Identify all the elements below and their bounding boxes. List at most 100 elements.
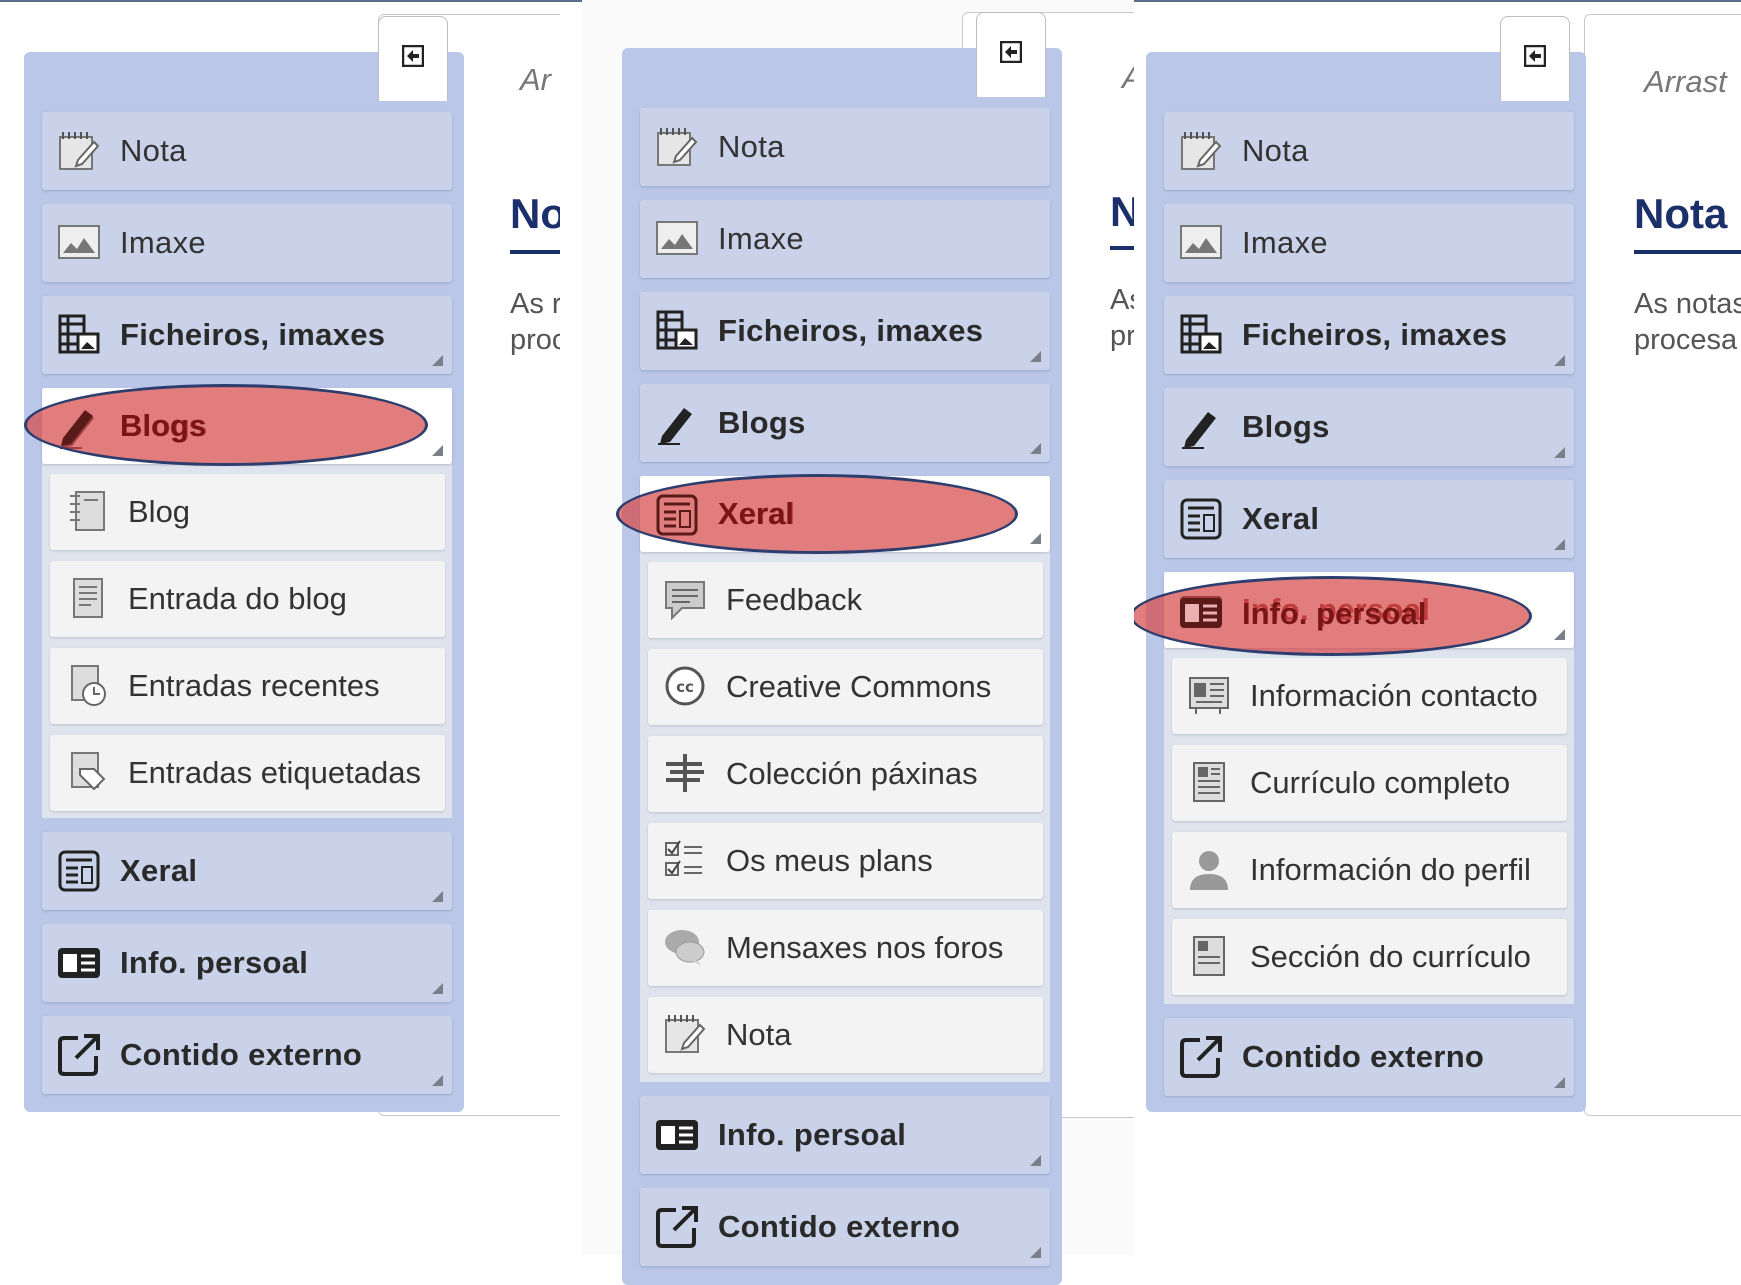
block-label: Blog	[128, 494, 191, 529]
note-icon	[56, 128, 102, 174]
external-content-icon	[1178, 1034, 1224, 1080]
title-underline	[510, 250, 560, 254]
tagged-entries-icon	[64, 749, 110, 795]
personal-info-icon	[654, 1112, 700, 1158]
category-blogs[interactable]: Blogs	[1164, 388, 1574, 466]
feedback-icon	[662, 576, 708, 622]
profile-info-icon	[1186, 846, 1232, 892]
category-nota[interactable]: Nota	[42, 112, 452, 190]
panel-info-persoal: Arrast Nota As notas procesa Nota Imaxe …	[1134, 0, 1741, 1285]
plans-icon	[662, 837, 708, 883]
block-entradas-recentes[interactable]: Entradas recentes	[50, 648, 445, 724]
expand-corner-icon	[432, 1075, 443, 1086]
category-contido-externo[interactable]: Contido externo	[640, 1188, 1050, 1266]
page-title: N	[1110, 188, 1134, 235]
recent-entries-icon	[64, 662, 110, 708]
category-info-persoal[interactable]: Info. persoal	[640, 1096, 1050, 1174]
resume-section-icon	[1186, 933, 1232, 979]
full-resume-icon	[1186, 759, 1232, 805]
block-entrada-do-blog[interactable]: Entrada do blog	[50, 561, 445, 637]
category-label: Xeral	[120, 853, 198, 888]
block-label: Os meus plans	[726, 843, 933, 878]
expand-corner-icon	[1554, 355, 1565, 366]
block-curriculo-completo[interactable]: Currículo completo	[1172, 745, 1567, 821]
category-contido-externo[interactable]: Contido externo	[1164, 1018, 1574, 1096]
svg-text:cc: cc	[676, 678, 694, 696]
block-informacion-do-perfil[interactable]: Información do perfil	[1172, 832, 1567, 908]
category-xeral[interactable]: Xeral	[42, 832, 452, 910]
category-ficheiros-imaxes[interactable]: Ficheiros, imaxes	[42, 296, 452, 374]
category-imaxe[interactable]: Imaxe	[640, 200, 1050, 278]
forum-messages-icon	[662, 924, 708, 970]
category-label: Nota	[120, 133, 187, 168]
page-text-line-2: procesa	[1634, 324, 1738, 356]
expand-corner-icon	[432, 355, 443, 366]
personal-info-icon	[1178, 590, 1224, 636]
block-informacion-contacto[interactable]: Información contacto	[1172, 658, 1567, 734]
category-info-persoal[interactable]: Info. persoal	[42, 924, 452, 1002]
category-contido-externo[interactable]: Contido externo	[42, 1016, 452, 1094]
personal-info-icon	[56, 940, 102, 986]
category-xeral[interactable]: Xeral	[1164, 480, 1574, 558]
block-creative-commons[interactable]: cc Creative Commons	[648, 649, 1043, 725]
arrow-left-box-icon	[1000, 41, 1022, 63]
category-label: Blogs	[718, 405, 806, 440]
collapse-sidebar-button[interactable]	[378, 16, 448, 101]
block-label: Creative Commons	[726, 669, 992, 704]
image-icon	[1178, 220, 1224, 266]
category-label: Info. persoal	[718, 1117, 907, 1152]
expand-corner-icon	[1554, 1077, 1565, 1088]
image-icon	[56, 220, 102, 266]
category-nota[interactable]: Nota	[640, 108, 1050, 186]
page-text-line-1: As	[1110, 284, 1134, 316]
expand-corner-icon	[432, 445, 443, 456]
page-title: Nota	[1634, 190, 1728, 237]
expand-corner-icon	[432, 891, 443, 902]
block-blog[interactable]: Blog	[50, 474, 445, 550]
block-coleccion-paxinas[interactable]: Colección páxinas	[648, 736, 1043, 812]
category-label: Imaxe	[120, 225, 206, 260]
blog-icon	[64, 488, 110, 534]
category-label: Xeral	[1242, 501, 1320, 536]
block-entradas-etiquetadas[interactable]: Entradas etiquetadas	[50, 735, 445, 811]
page-title: No	[510, 190, 560, 237]
block-label: Colección páxinas	[726, 756, 978, 791]
category-blogs[interactable]: Blogs	[640, 384, 1050, 462]
category-label: Ficheiros, imaxes	[120, 317, 386, 352]
block-label: Entradas recentes	[128, 668, 380, 703]
block-nota[interactable]: Nota	[648, 997, 1043, 1073]
external-content-icon	[56, 1032, 102, 1078]
category-imaxe[interactable]: Imaxe	[1164, 204, 1574, 282]
pencil-icon	[1178, 404, 1224, 450]
block-feedback[interactable]: Feedback	[648, 562, 1043, 638]
general-icon	[56, 848, 102, 894]
highlighted-category-label: Blogs	[120, 408, 207, 443]
title-underline	[1110, 246, 1134, 250]
arrow-left-box-icon	[402, 45, 424, 67]
category-label: Contido externo	[120, 1037, 363, 1072]
pencil-icon	[55, 402, 101, 448]
collapse-sidebar-button[interactable]	[976, 12, 1046, 97]
block-seccion-do-curriculo[interactable]: Sección do currículo	[1172, 919, 1567, 995]
block-os-meus-plans[interactable]: Os meus plans	[648, 823, 1043, 899]
blog-entry-icon	[64, 575, 110, 621]
drag-hint-text: Ar	[520, 62, 551, 97]
category-ficheiros-imaxes[interactable]: Ficheiros, imaxes	[640, 292, 1050, 370]
page-text-line-2: proc	[510, 324, 560, 356]
page-text-line-1: As r	[510, 288, 560, 320]
note-icon	[654, 124, 700, 170]
contact-info-icon	[1186, 672, 1232, 718]
page-text-line-2: pr	[1110, 320, 1134, 352]
expand-corner-icon	[1030, 533, 1041, 544]
category-ficheiros-imaxes[interactable]: Ficheiros, imaxes	[1164, 296, 1574, 374]
block-mensaxes-nos-foros[interactable]: Mensaxes nos foros	[648, 910, 1043, 986]
block-label: Entrada do blog	[128, 581, 347, 616]
block-label: Feedback	[726, 582, 863, 617]
expand-corner-icon	[1030, 1155, 1041, 1166]
category-imaxe[interactable]: Imaxe	[42, 204, 452, 282]
expand-corner-icon	[1554, 539, 1565, 550]
category-nota[interactable]: Nota	[1164, 112, 1574, 190]
collapse-sidebar-button[interactable]	[1500, 16, 1570, 101]
drag-hint-text: A	[1122, 60, 1134, 96]
category-label: Blogs	[1242, 409, 1330, 444]
